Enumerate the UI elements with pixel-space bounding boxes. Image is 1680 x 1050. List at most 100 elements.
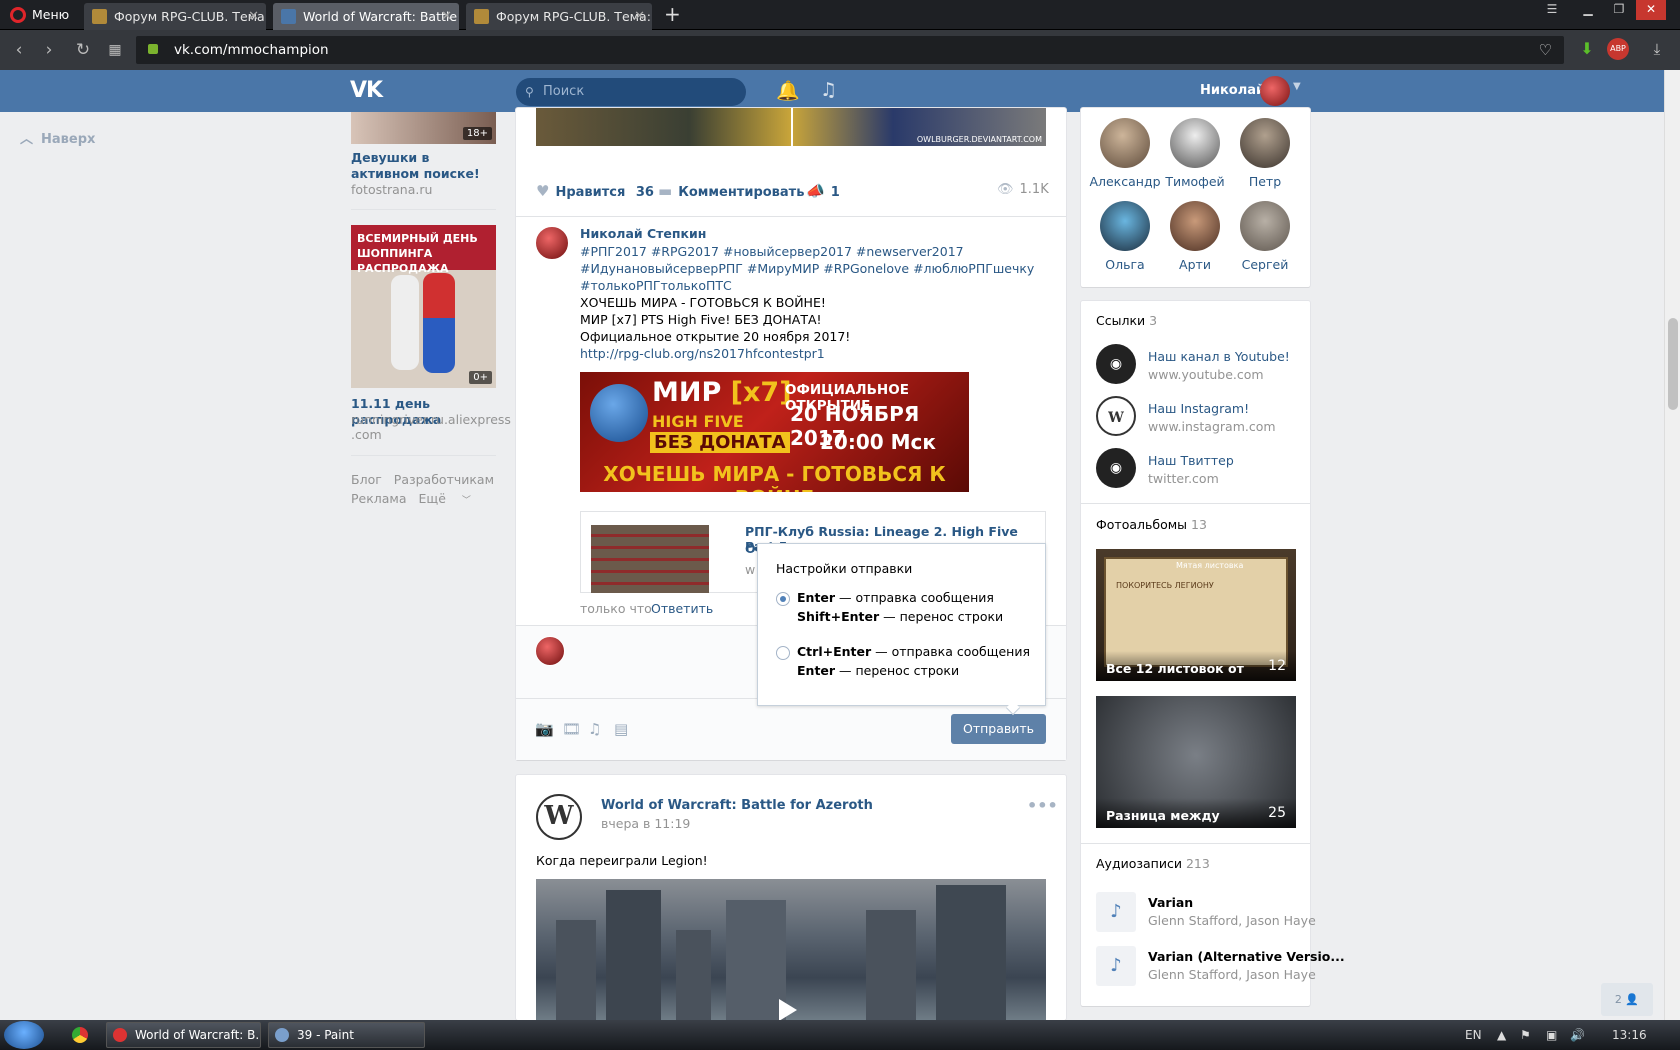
task-paint[interactable]: 39 - Paint [268, 1022, 425, 1048]
link-avatar[interactable]: W [1096, 396, 1136, 436]
ad-image-1[interactable]: 18+ [351, 112, 496, 144]
chrome-icon[interactable] [72, 1027, 88, 1043]
start-button[interactable] [4, 1021, 44, 1049]
new-tab-plus-icon[interactable]: + [664, 2, 681, 26]
tab-vk-wow[interactable]: World of Warcraft: Battle f ✕ [273, 3, 459, 30]
option-enter-send-label[interactable]: Enter — отправка сообщения [797, 588, 994, 607]
task-opera[interactable]: World of Warcraft: B... [106, 1022, 261, 1048]
close-window-icon[interactable]: ✕ [1636, 0, 1666, 20]
minimize-icon[interactable]: ▁ [1573, 0, 1603, 20]
audio-title[interactable]: Varian (Alternative Versio... [1148, 949, 1345, 964]
friend-name[interactable]: Тимофей [1155, 174, 1235, 189]
back-icon[interactable]: ‹ [8, 39, 30, 61]
comment-link[interactable]: http://rpg-club.org/ns2017hfcontestpr1 [580, 345, 825, 362]
post-time[interactable]: вчера в 11:19 [601, 815, 690, 832]
album-thumbnail[interactable]: Мятая листовка ПОКОРИТЕСЬ ЛЕГИОНУ Все 12… [1096, 549, 1296, 681]
footer-link-more[interactable]: Ещё ﹀ [419, 491, 483, 506]
tray-arrow-icon[interactable]: ▲ [1497, 1020, 1506, 1050]
send-button[interactable]: Отправить [951, 714, 1046, 744]
tab-rpg-forum-1[interactable]: Форум RPG-CLUB. Тема: П ✕ [84, 3, 266, 30]
download-extension-icon[interactable]: ⬇ [1576, 38, 1598, 60]
opera-menu-button[interactable]: Меню [0, 0, 78, 30]
clock[interactable]: 13:16 [1612, 1020, 1647, 1050]
ad-image-2[interactable]: ВСЕМИРНЫЙ ДЕНЬ ШОППИНГА РАСПРОДАЖА 0+ [351, 225, 496, 388]
chevron-down-icon[interactable]: ▼ [1293, 81, 1301, 92]
scrollbar-thumb[interactable] [1668, 318, 1678, 410]
friend-avatar[interactable] [1240, 118, 1290, 168]
adblock-icon[interactable]: ABP [1607, 38, 1629, 60]
music-icon[interactable]: ♫ [820, 79, 837, 101]
tray-network-icon[interactable]: ▣ [1546, 1020, 1557, 1050]
comment-author-avatar[interactable] [535, 226, 569, 260]
friend-name[interactable]: Сергей [1225, 257, 1305, 272]
music-note-icon[interactable]: ♪ [1096, 946, 1136, 986]
footer-link-ads[interactable]: Реклама [351, 491, 407, 506]
footer-link-dev[interactable]: Разработчикам [394, 472, 494, 487]
url-field[interactable]: vk.com/mmochampion ♡ [136, 36, 1564, 64]
footer-link-blog[interactable]: Блог [351, 472, 382, 487]
album-thumbnail[interactable]: Разница между Китайск... 25 [1096, 696, 1296, 828]
audio-section-title[interactable]: Аудиозаписи 213 [1096, 856, 1210, 871]
vk-logo-icon[interactable]: VK [350, 78, 383, 103]
notifications-bell-icon[interactable]: 🔔 [776, 79, 800, 102]
header-avatar[interactable] [1260, 76, 1290, 106]
tab-close-icon[interactable]: ✕ [248, 3, 259, 30]
option-ctrl-enter-label[interactable]: Ctrl+Enter — отправка сообщения [797, 642, 1030, 661]
albums-section-title[interactable]: Фотоальбомы 13 [1096, 517, 1207, 532]
search-input[interactable]: ⚲ Поиск [516, 78, 746, 106]
friend-avatar[interactable] [1240, 201, 1290, 251]
links-section-title[interactable]: Ссылки 3 [1096, 313, 1157, 328]
comment-hashtags[interactable]: #толькоРПГтолькоПТС [580, 277, 732, 294]
share-button[interactable]: 📣 1 [806, 182, 840, 200]
friend-name[interactable]: Александр [1085, 174, 1165, 189]
wow-group-avatar[interactable]: W [536, 794, 582, 840]
comment-author[interactable]: Николай Степкин [580, 225, 706, 242]
link-avatar[interactable]: ◉ [1096, 344, 1136, 384]
downloads-icon[interactable]: ⤓ [1646, 38, 1668, 60]
bookmark-heart-icon[interactable]: ♡ [1539, 36, 1552, 64]
link-title[interactable]: Наш Instagram! [1148, 401, 1249, 416]
post-video[interactable] [536, 879, 1046, 1020]
page-scrollbar[interactable] [1664, 70, 1680, 1020]
scroll-to-top-link[interactable]: ︿ Наверх [20, 128, 95, 147]
post-image[interactable]: OWLBURGER.DEVIANTART.COM [536, 108, 1046, 146]
forward-icon[interactable]: › [38, 39, 60, 61]
comment-button[interactable]: ▬ Комментировать [658, 182, 804, 200]
like-button[interactable]: ♥ Нравится 36 [536, 182, 654, 200]
friend-name[interactable]: Арти [1155, 257, 1235, 272]
ad-title-1[interactable]: Девушки в активном поиске! [351, 150, 501, 182]
reply-link[interactable]: Ответить [651, 600, 713, 617]
speed-dial-icon[interactable]: ▦ [104, 39, 126, 61]
friend-avatar[interactable] [1170, 118, 1220, 168]
friend-name[interactable]: Ольга [1085, 257, 1165, 272]
header-user-name[interactable]: Николай [1200, 83, 1265, 98]
language-indicator[interactable]: EN [1465, 1020, 1482, 1050]
friend-name[interactable]: Петр [1225, 174, 1305, 189]
tab-close-icon[interactable]: ✕ [441, 3, 452, 30]
reply-textarea[interactable] [580, 634, 760, 674]
friend-avatar[interactable] [1170, 201, 1220, 251]
music-note-icon[interactable]: ♪ [1096, 892, 1136, 932]
comment-hashtags[interactable]: #РПГ2017 #RPG2017 #новыйсервер2017 #news… [580, 243, 964, 260]
messages-widget[interactable]: 2 👤 [1601, 983, 1653, 1016]
comment-hashtags[interactable]: #ИдунановыйсерверРПГ #МируМИР #RPGonelov… [580, 260, 1034, 277]
tab-close-icon[interactable]: ✕ [634, 3, 645, 30]
tab-rpg-forum-2[interactable]: Форум RPG-CLUB. Тема: П ✕ [466, 3, 652, 30]
friend-avatar[interactable] [1100, 118, 1150, 168]
tray-volume-icon[interactable]: 🔊 [1570, 1020, 1585, 1050]
attach-photo-icon[interactable]: 📷 [535, 720, 554, 738]
attach-audio-icon[interactable]: ♫ [588, 720, 601, 738]
audio-title[interactable]: Varian [1148, 895, 1193, 910]
tray-flag-icon[interactable]: ⚑ [1520, 1020, 1531, 1050]
comment-banner-image[interactable]: МИР [x7] HIGH FIVE БЕЗ ДОНАТА ОФИЦИАЛЬНО… [580, 372, 969, 492]
audio-artist[interactable]: Glenn Stafford, Jason Haye [1148, 967, 1316, 982]
tabs-menu-icon[interactable]: ☰ [1537, 0, 1567, 20]
maximize-icon[interactable]: ❐ [1604, 0, 1634, 20]
radio-ctrl-enter-send[interactable] [776, 646, 790, 660]
play-icon[interactable] [779, 999, 797, 1020]
attach-video-icon[interactable]: 🎞 [562, 720, 581, 738]
friend-avatar[interactable] [1100, 201, 1150, 251]
more-options-icon[interactable]: ••• [1027, 796, 1058, 815]
link-title[interactable]: Наш канал в Youtube! [1148, 349, 1290, 364]
radio-enter-send[interactable] [776, 592, 790, 606]
